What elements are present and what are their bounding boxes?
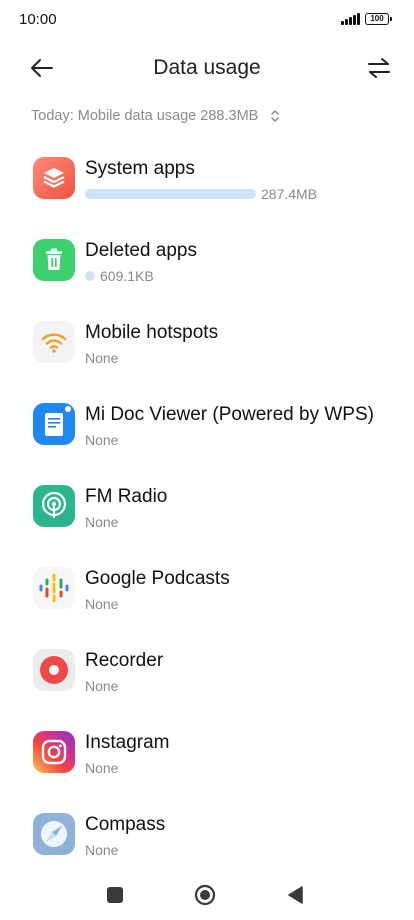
app-name: System apps — [85, 158, 195, 179]
document-icon — [33, 403, 75, 445]
app-usage: 609.1KB — [85, 268, 154, 284]
usage-value: None — [85, 350, 119, 366]
home-button[interactable] — [194, 884, 216, 911]
usage-value: None — [85, 842, 119, 858]
list-item[interactable]: Recorder None — [0, 640, 414, 722]
list-item[interactable]: Google Podcasts None — [0, 558, 414, 640]
app-usage: 287.4MB — [85, 186, 317, 202]
list-item[interactable]: System apps 287.4MB — [0, 148, 414, 230]
circle-icon — [194, 884, 216, 906]
usage-value: None — [85, 760, 119, 776]
recents-button[interactable] — [106, 886, 124, 909]
app-name: FM Radio — [85, 486, 168, 507]
trash-icon — [33, 239, 75, 281]
status-time: 10:00 — [19, 11, 57, 28]
navigation-bar — [0, 872, 414, 920]
battery-level: 100 — [370, 14, 384, 23]
usage-bar — [85, 271, 95, 281]
header: Data usage — [0, 44, 414, 92]
app-usage: None — [85, 432, 118, 448]
app-usage: None — [85, 678, 118, 694]
app-name: Deleted apps — [85, 240, 197, 261]
usage-value: None — [85, 596, 119, 612]
signal-icon — [341, 13, 361, 25]
list-item[interactable]: FM Radio None — [0, 476, 414, 558]
app-usage: None — [85, 596, 118, 612]
status-bar: 10:00 100 — [0, 0, 414, 40]
app-usage: None — [85, 760, 118, 776]
swap-button[interactable] — [366, 54, 392, 82]
list-item[interactable]: Mi Doc Viewer (Powered by WPS) None — [0, 394, 414, 476]
wifi-hotspot-icon — [33, 321, 75, 363]
app-name: Compass — [85, 814, 166, 835]
system-apps-icon — [33, 157, 75, 199]
usage-value: 287.4MB — [261, 186, 318, 202]
app-name: Recorder — [85, 650, 164, 671]
usage-summary-selector[interactable]: Today: Mobile data usage 288.3MB — [31, 108, 280, 124]
usage-value: None — [85, 514, 119, 530]
app-usage-list: System apps 287.4MB Deleted apps 609.1KB — [0, 148, 414, 886]
app-name: Mobile hotspots — [85, 322, 219, 343]
app-usage: None — [85, 514, 118, 530]
list-item[interactable]: Mobile hotspots None — [0, 312, 414, 394]
swap-arrows-icon — [368, 58, 390, 78]
radio-icon — [33, 485, 75, 527]
app-name: Instagram — [85, 732, 170, 753]
usage-value: None — [85, 678, 119, 694]
usage-value: 609.1KB — [100, 268, 154, 284]
instagram-icon — [33, 731, 75, 773]
page-title: Data usage — [153, 56, 261, 79]
battery-icon: 100 — [365, 13, 392, 25]
app-name: Mi Doc Viewer (Powered by WPS) — [85, 404, 374, 425]
list-item[interactable]: Instagram None — [0, 722, 414, 804]
back-nav-button[interactable] — [286, 885, 304, 910]
recorder-icon — [33, 649, 75, 691]
list-item[interactable]: Deleted apps 609.1KB — [0, 230, 414, 312]
app-usage: None — [85, 350, 118, 366]
usage-value: None — [85, 432, 119, 448]
podcasts-icon — [33, 567, 75, 609]
app-usage: None — [85, 842, 118, 858]
usage-bar — [85, 189, 256, 199]
usage-summary-text: Today: Mobile data usage 288.3MB — [31, 108, 259, 124]
triangle-back-icon — [288, 886, 303, 904]
chevron-updown-icon — [271, 110, 280, 122]
compass-icon — [33, 813, 75, 855]
square-icon — [107, 887, 123, 903]
app-name: Google Podcasts — [85, 568, 230, 589]
